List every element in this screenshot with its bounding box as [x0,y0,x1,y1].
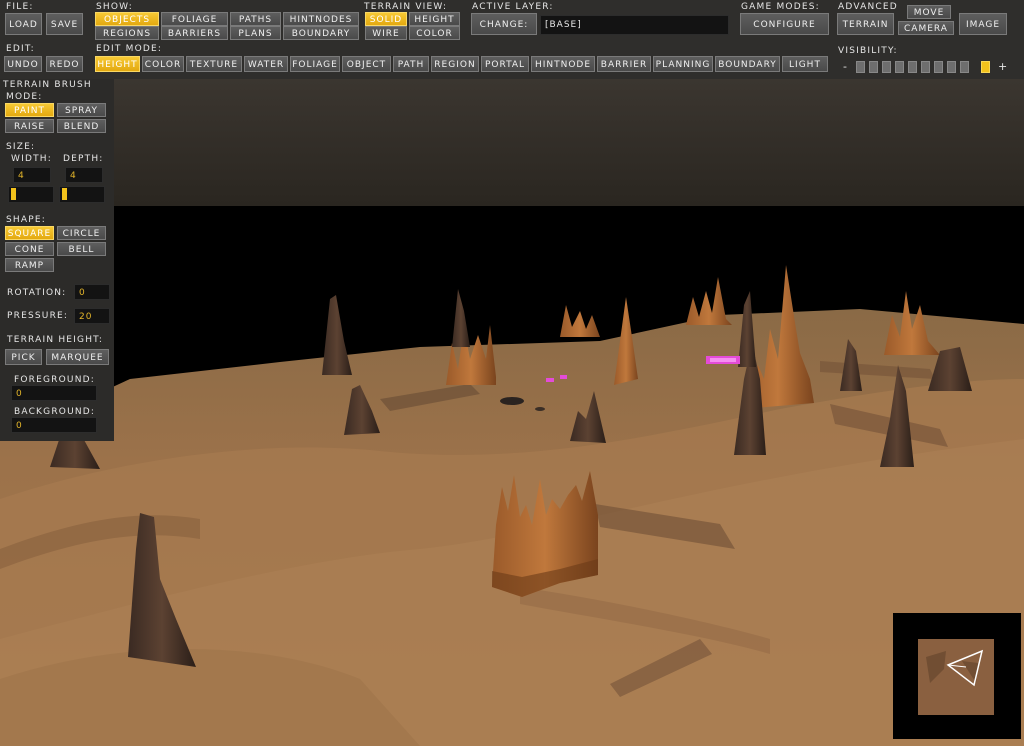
move-button[interactable]: Move [907,5,951,19]
show-hintnodes-button[interactable]: HintNodes [283,12,359,26]
edit-mode-region-tab[interactable]: Region [431,56,479,72]
edit-mode-barrier-tab[interactable]: Barrier [597,56,651,72]
show-plans-button[interactable]: Plans [230,26,281,40]
edit-mode-water-tab[interactable]: Water [244,56,288,72]
game-modes-title: Game Modes: [741,2,820,12]
visibility-level-6[interactable] [921,61,930,73]
save-button[interactable]: Save [46,13,83,35]
edit-mode-path-tab[interactable]: Path [393,56,429,72]
show-foliage-button[interactable]: Foliage [161,12,228,26]
terrain-brush-panel: Terrain Brush Mode: Paint Spray Raise Bl… [0,79,114,441]
terrain-view-title: Terrain View: [364,2,448,12]
rotation-field[interactable]: 0 [74,284,110,300]
terrain-view-color-button[interactable]: Color [409,26,460,40]
paint-mode-button[interactable]: Paint [5,103,54,117]
edit-mode-title: Edit Mode: [96,44,163,54]
terrain-height-title: Terrain Height: [7,335,104,345]
pressure-label: Pressure: [7,311,69,321]
size-title: Size: [6,142,36,152]
visibility-level-2[interactable] [869,61,878,73]
mode-title: Mode: [6,92,43,102]
active-layer-field[interactable]: [Base] [540,15,729,35]
visibility-level-7[interactable] [934,61,943,73]
load-button[interactable]: Load [5,13,42,35]
show-barriers-button[interactable]: Barriers [161,26,228,40]
visibility-level-1[interactable] [856,61,865,73]
visibility-increase-button[interactable]: + [998,60,1008,73]
depth-field[interactable]: 4 [65,167,103,183]
depth-label: Depth: [63,154,104,164]
visibility-level-3[interactable] [882,61,891,73]
terrain-view-height-button[interactable]: Height [409,12,460,26]
visibility-level-9[interactable] [960,61,969,73]
edit-title: Edit: [6,44,35,54]
visibility-level-5[interactable] [908,61,917,73]
camera-button[interactable]: Camera [898,21,954,35]
depth-slider[interactable] [59,186,105,203]
show-objects-button[interactable]: Objects [95,12,159,26]
advanced-title: Advanced [838,2,898,12]
pick-button[interactable]: Pick [5,349,42,365]
image-button[interactable]: Image [959,13,1007,35]
width-label: Width: [11,154,52,164]
blend-mode-button[interactable]: Blend [57,119,106,133]
visibility-level-4[interactable] [895,61,904,73]
foreground-field[interactable]: 0 [11,385,97,401]
shape-title: Shape: [6,215,46,225]
foreground-label: Foreground: [14,375,95,385]
rotation-label: Rotation: [7,288,67,298]
visibility-decrease-button[interactable]: - [843,60,848,73]
bell-shape-button[interactable]: Bell [57,242,106,256]
terrain-view-solid-button[interactable]: Solid [365,12,407,26]
redo-button[interactable]: Redo [46,56,83,72]
edit-mode-planning-tab[interactable]: Planning [653,56,713,72]
visibility-title: Visibility: [838,46,898,56]
edit-mode-foliage-tab[interactable]: Foliage [290,56,340,72]
edit-mode-object-tab[interactable]: Object [342,56,391,72]
edit-mode-hintnode-tab[interactable]: HintNode [531,56,595,72]
show-boundary-button[interactable]: Boundary [283,26,359,40]
background-field[interactable]: 0 [11,417,97,433]
pressure-field[interactable]: 20 [74,308,110,324]
undo-button[interactable]: Undo [4,56,42,72]
ramp-shape-button[interactable]: Ramp [5,258,54,272]
show-regions-button[interactable]: Regions [95,26,159,40]
cone-shape-button[interactable]: Cone [5,242,54,256]
edit-mode-color-tab[interactable]: Color [142,56,184,72]
edit-mode-texture-tab[interactable]: Texture [186,56,242,72]
show-paths-button[interactable]: Paths [230,12,281,26]
spray-mode-button[interactable]: Spray [57,103,106,117]
width-slider[interactable] [8,186,54,203]
terrain-brush-title: Terrain Brush [3,80,92,90]
terrain-view-wire-button[interactable]: Wire [365,26,407,40]
edit-mode-height-tab[interactable]: Height [95,56,140,72]
file-title: File: [6,2,34,12]
square-shape-button[interactable]: Square [5,226,54,240]
visibility-level-8[interactable] [947,61,956,73]
visibility-level-10[interactable] [981,61,990,73]
show-title: Show: [96,2,133,12]
edit-mode-portal-tab[interactable]: Portal [481,56,529,72]
edit-mode-light-tab[interactable]: Light [782,56,828,72]
width-slider-handle[interactable] [11,188,16,200]
circle-shape-button[interactable]: Circle [57,226,106,240]
top-toolbar: File: Load Save Show: Objects Foliage Pa… [0,0,1024,79]
edit-mode-boundary-tab[interactable]: Boundary [715,56,780,72]
width-field[interactable]: 4 [13,167,51,183]
raise-mode-button[interactable]: Raise [5,119,54,133]
terrain-viewport[interactable] [0,79,1024,746]
background-label: Background: [14,407,96,417]
change-layer-button[interactable]: Change: [471,13,537,35]
configure-button[interactable]: Configure [740,13,829,35]
depth-slider-handle[interactable] [62,188,67,200]
terrain-advanced-button[interactable]: Terrain [837,13,894,35]
marquee-button[interactable]: Marquee [46,349,109,365]
active-layer-title: Active Layer: [472,2,554,12]
